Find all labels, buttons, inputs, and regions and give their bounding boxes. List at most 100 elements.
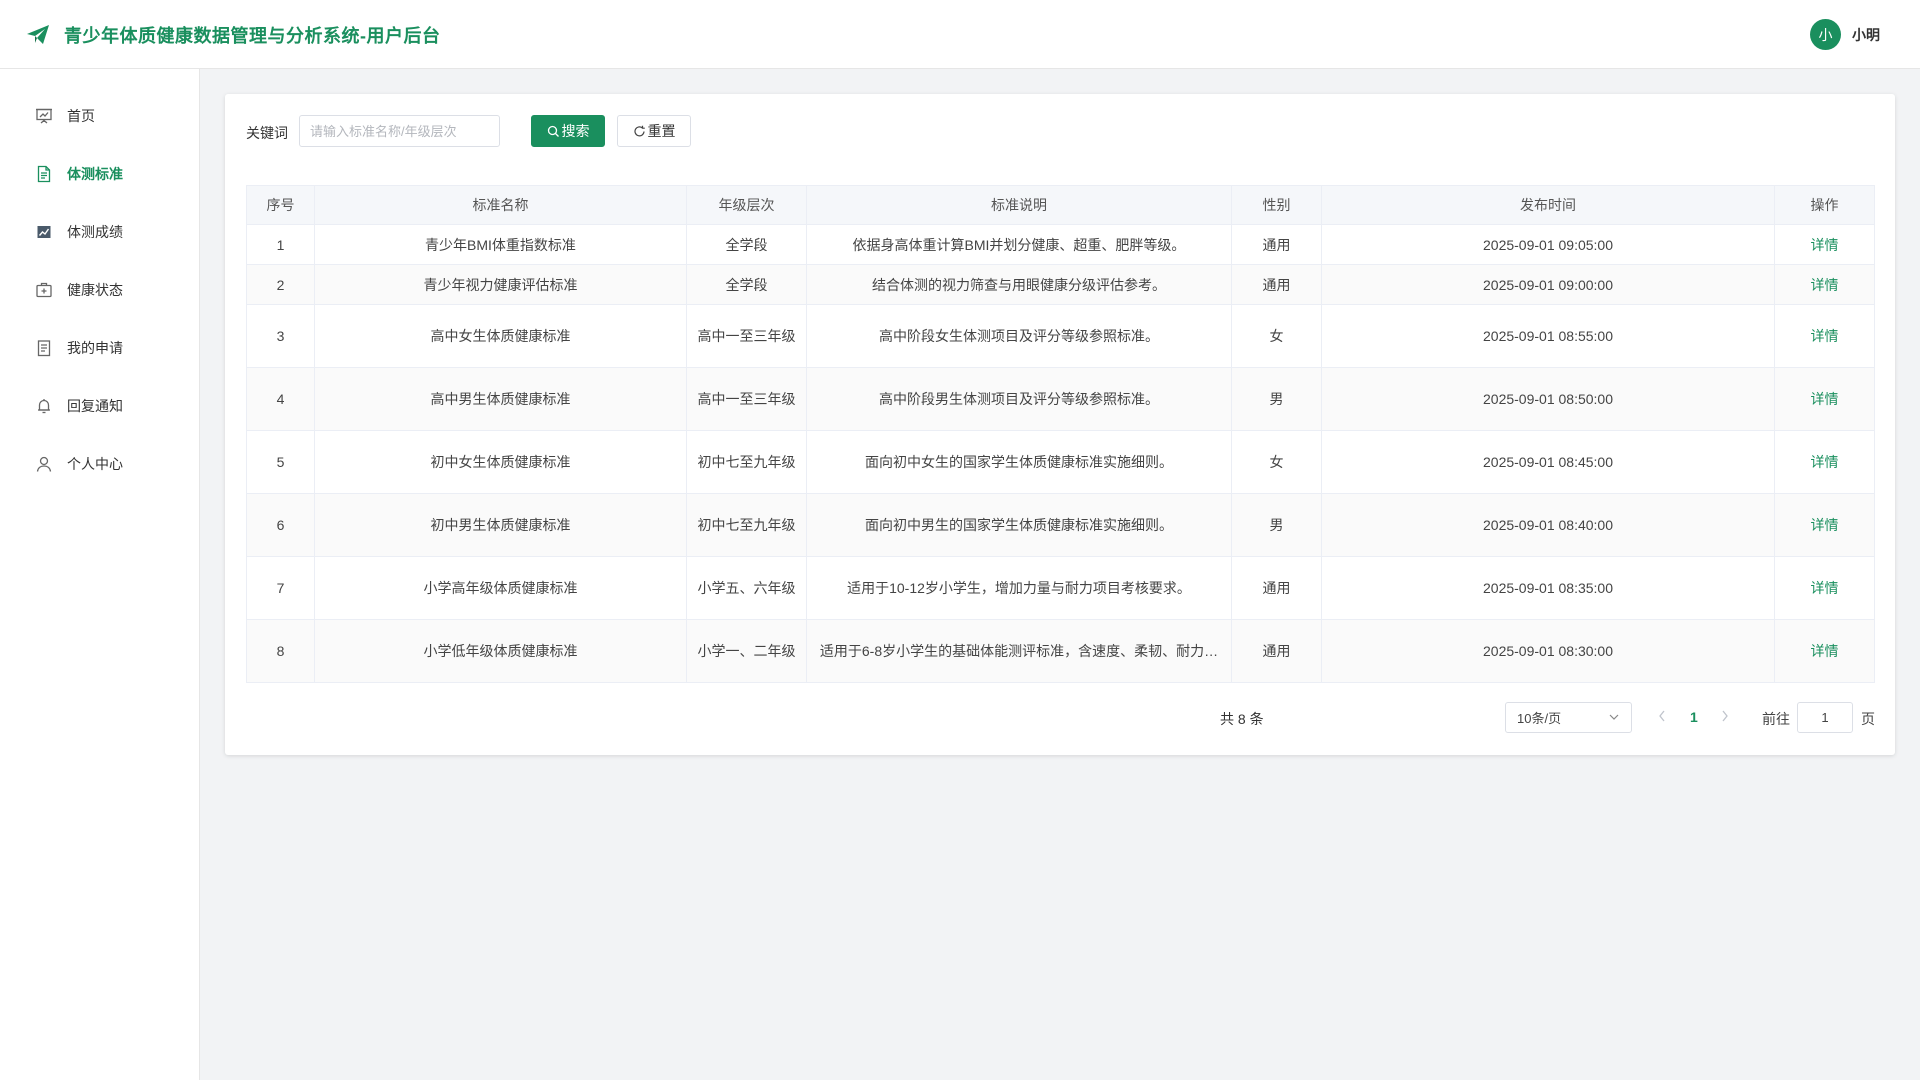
reset-button-label: 重置 bbox=[647, 123, 676, 139]
column-header-description: 标准说明 bbox=[806, 185, 1232, 225]
sidebar-item-home[interactable]: 首页 bbox=[0, 87, 199, 145]
cell-gender: 男 bbox=[1231, 367, 1322, 431]
next-page-button[interactable] bbox=[1721, 709, 1729, 725]
cell-description: 依据身高体重计算BMI并划分健康、超重、肥胖等级。 bbox=[806, 224, 1232, 265]
goto-suffix: 页 bbox=[1861, 711, 1875, 727]
cell-no: 1 bbox=[246, 224, 315, 265]
sidebar-item-label: 个人中心 bbox=[67, 456, 123, 472]
sidebar-item-standards[interactable]: 体测标准 bbox=[0, 145, 199, 203]
previous-page-button[interactable] bbox=[1658, 709, 1666, 725]
details-link[interactable]: 详情 bbox=[1811, 517, 1839, 533]
cell-publish-time: 2025-09-01 08:50:00 bbox=[1321, 367, 1775, 431]
chevron-right-icon bbox=[1722, 710, 1728, 722]
cell-no: 2 bbox=[246, 264, 315, 305]
page-size-select[interactable]: 10条/页 bbox=[1505, 702, 1632, 733]
cell-grade: 高中一至三年级 bbox=[686, 304, 807, 368]
cell-grade: 初中七至九年级 bbox=[686, 493, 807, 557]
cell-name: 高中女生体质健康标准 bbox=[314, 304, 687, 368]
cell-action: 详情 bbox=[1774, 556, 1875, 620]
cell-gender: 女 bbox=[1231, 430, 1322, 494]
sidebar-item-health[interactable]: 健康状态 bbox=[0, 261, 199, 319]
cell-grade: 全学段 bbox=[686, 224, 807, 265]
sidebar-item-label: 我的申请 bbox=[67, 340, 123, 356]
cell-action: 详情 bbox=[1774, 224, 1875, 265]
column-header-no: 序号 bbox=[246, 185, 315, 225]
sidebar-item-profile[interactable]: 个人中心 bbox=[0, 435, 199, 493]
cell-grade: 小学五、六年级 bbox=[686, 556, 807, 620]
cell-no: 7 bbox=[246, 556, 315, 620]
table-row: 5 初中女生体质健康标准 初中七至九年级 面向初中女生的国家学生体质健康标准实施… bbox=[246, 430, 1875, 494]
cell-publish-time: 2025-09-01 08:35:00 bbox=[1321, 556, 1775, 620]
table-row: 3 高中女生体质健康标准 高中一至三年级 高中阶段女生体测项目及评分等级参照标准… bbox=[246, 304, 1875, 368]
sidebar-item-scores[interactable]: 体测成绩 bbox=[0, 203, 199, 261]
cell-description: 面向初中男生的国家学生体质健康标准实施细则。 bbox=[806, 493, 1232, 557]
table-row: 4 高中男生体质健康标准 高中一至三年级 高中阶段男生体测项目及评分等级参照标准… bbox=[246, 367, 1875, 431]
cell-description: 适用于10-12岁小学生，增加力量与耐力项目考核要求。 bbox=[806, 556, 1232, 620]
details-link[interactable]: 详情 bbox=[1811, 454, 1839, 470]
table-header-row: 序号 标准名称 年级层次 标准说明 性别 发布时间 操作 bbox=[246, 185, 1875, 225]
user-menu[interactable]: 小 小明 bbox=[1810, 19, 1880, 50]
goto-label: 前往 bbox=[1762, 711, 1790, 727]
cell-gender: 通用 bbox=[1231, 224, 1322, 265]
cell-publish-time: 2025-09-01 09:05:00 bbox=[1321, 224, 1775, 265]
table-row: 8 小学低年级体质健康标准 小学一、二年级 适用于6-8岁小学生的基础体能测评标… bbox=[246, 619, 1875, 683]
search-icon bbox=[547, 125, 559, 137]
cell-gender: 男 bbox=[1231, 493, 1322, 557]
document-icon bbox=[35, 165, 53, 183]
sidebar-item-label: 体测标准 bbox=[67, 166, 123, 182]
sidebar-item-label: 首页 bbox=[67, 108, 95, 124]
details-link[interactable]: 详情 bbox=[1811, 391, 1839, 407]
cell-publish-time: 2025-09-01 08:45:00 bbox=[1321, 430, 1775, 494]
page-number-current[interactable]: 1 bbox=[1690, 709, 1698, 725]
sidebar-item-label: 体测成绩 bbox=[67, 224, 123, 240]
cell-publish-time: 2025-09-01 08:40:00 bbox=[1321, 493, 1775, 557]
goto-page-input[interactable] bbox=[1797, 702, 1853, 733]
cell-gender: 女 bbox=[1231, 304, 1322, 368]
column-header-publish-time: 发布时间 bbox=[1321, 185, 1775, 225]
details-link[interactable]: 详情 bbox=[1811, 237, 1839, 253]
app-title: 青少年体质健康数据管理与分析系统-用户后台 bbox=[64, 26, 441, 46]
details-link[interactable]: 详情 bbox=[1811, 643, 1839, 659]
search-button-label: 搜索 bbox=[561, 123, 590, 139]
sidebar-item-notifications[interactable]: 回复通知 bbox=[0, 377, 199, 435]
details-link[interactable]: 详情 bbox=[1811, 277, 1839, 293]
sidebar: 首页 体测标准 体测成绩 健康状态 我的申请 回复通知 个人中心 bbox=[0, 69, 200, 1080]
column-header-name: 标准名称 bbox=[314, 185, 687, 225]
cell-gender: 通用 bbox=[1231, 556, 1322, 620]
cell-description: 高中阶段女生体测项目及评分等级参照标准。 bbox=[806, 304, 1232, 368]
cell-publish-time: 2025-09-01 08:55:00 bbox=[1321, 304, 1775, 368]
chevron-down-icon bbox=[1609, 714, 1619, 720]
column-header-action: 操作 bbox=[1774, 185, 1875, 225]
user-icon bbox=[35, 455, 53, 473]
details-link[interactable]: 详情 bbox=[1811, 580, 1839, 596]
cell-description: 适用于6-8岁小学生的基础体能测评标准，含速度、柔韧、耐力… bbox=[806, 619, 1232, 683]
chart-icon bbox=[35, 223, 53, 241]
cell-name: 高中男生体质健康标准 bbox=[314, 367, 687, 431]
keyword-input[interactable] bbox=[299, 115, 500, 147]
cell-name: 初中女生体质健康标准 bbox=[314, 430, 687, 494]
cell-description: 面向初中女生的国家学生体质健康标准实施细则。 bbox=[806, 430, 1232, 494]
table-row: 2 青少年视力健康评估标准 全学段 结合体测的视力筛查与用眼健康分级评估参考。 … bbox=[246, 264, 1875, 305]
details-link[interactable]: 详情 bbox=[1811, 328, 1839, 344]
table-row: 6 初中男生体质健康标准 初中七至九年级 面向初中男生的国家学生体质健康标准实施… bbox=[246, 493, 1875, 557]
cell-action: 详情 bbox=[1774, 264, 1875, 305]
cell-grade: 小学一、二年级 bbox=[686, 619, 807, 683]
column-header-gender: 性别 bbox=[1231, 185, 1322, 225]
cell-name: 青少年BMI体重指数标准 bbox=[314, 224, 687, 265]
cell-name: 小学高年级体质健康标准 bbox=[314, 556, 687, 620]
paper-plane-icon bbox=[26, 24, 50, 46]
table-row: 1 青少年BMI体重指数标准 全学段 依据身高体重计算BMI并划分健康、超重、肥… bbox=[246, 224, 1875, 265]
cell-description: 高中阶段男生体测项目及评分等级参照标准。 bbox=[806, 367, 1232, 431]
cell-gender: 通用 bbox=[1231, 619, 1322, 683]
cell-publish-time: 2025-09-01 08:30:00 bbox=[1321, 619, 1775, 683]
cell-name: 初中男生体质健康标准 bbox=[314, 493, 687, 557]
avatar[interactable]: 小 bbox=[1810, 19, 1841, 50]
search-button[interactable]: 搜索 bbox=[531, 115, 605, 147]
sidebar-item-applications[interactable]: 我的申请 bbox=[0, 319, 199, 377]
reset-button[interactable]: 重置 bbox=[617, 115, 691, 147]
standards-table: 序号 标准名称 年级层次 标准说明 性别 发布时间 操作 1 青少年BMI体重指… bbox=[246, 185, 1875, 683]
standards-card: 关键词 搜索 重置 序号 标准名称 年级层次 标准说明 性别 发布时间 操作 1 bbox=[225, 94, 1895, 755]
user-name[interactable]: 小明 bbox=[1852, 25, 1880, 45]
table-row: 7 小学高年级体质健康标准 小学五、六年级 适用于10-12岁小学生，增加力量与… bbox=[246, 556, 1875, 620]
cell-no: 3 bbox=[246, 304, 315, 368]
